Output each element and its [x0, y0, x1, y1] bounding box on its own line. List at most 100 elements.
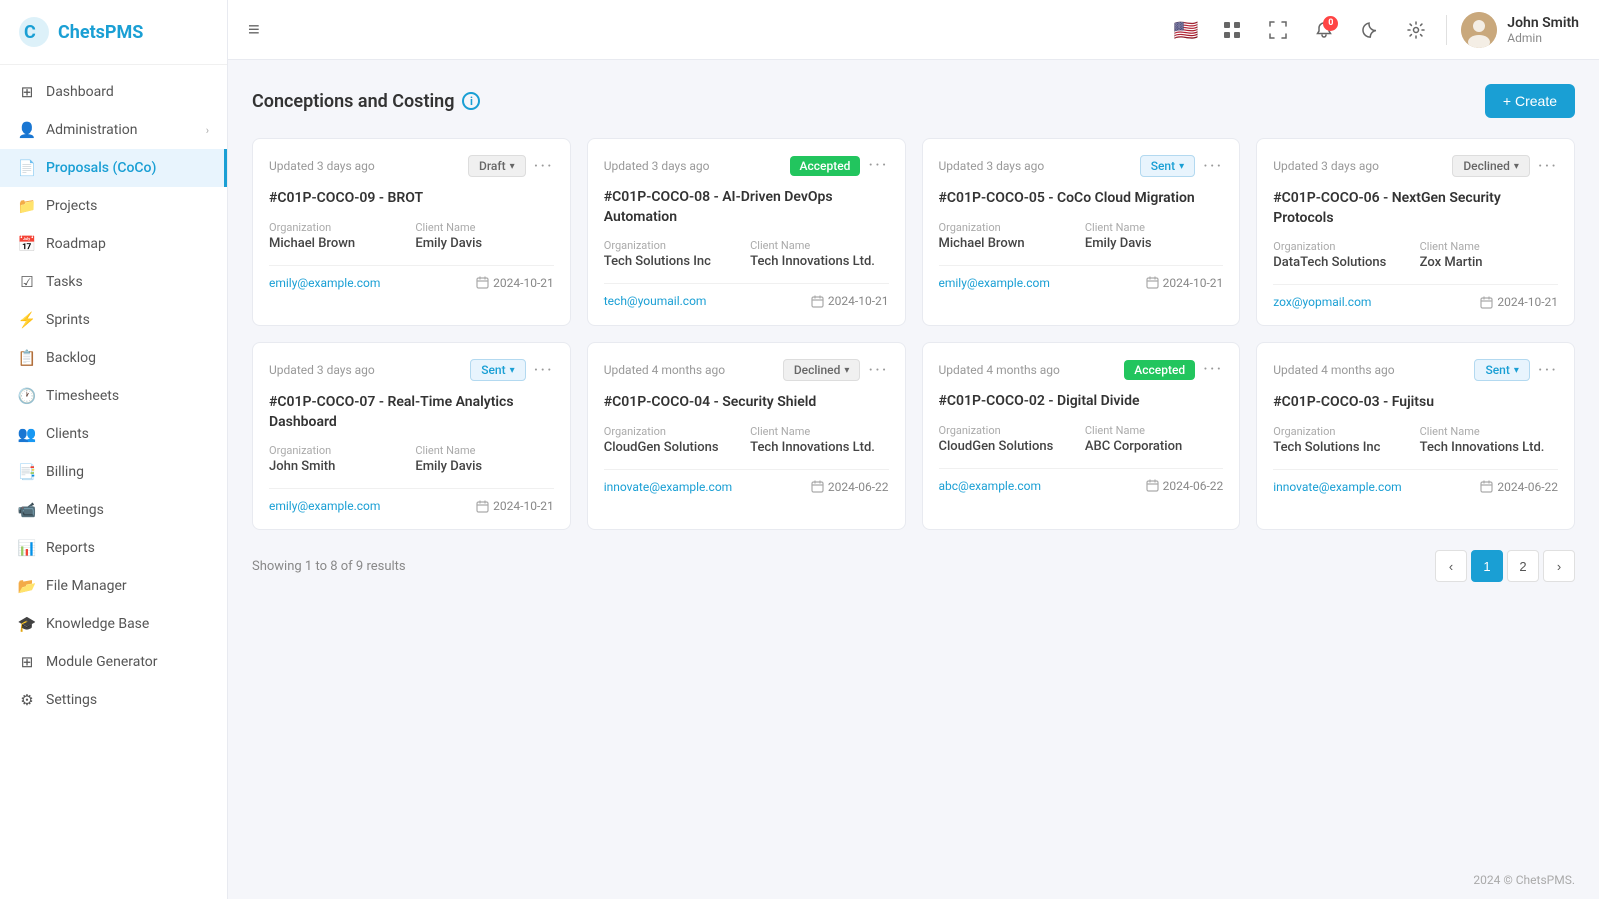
card-footer: emily@example.com 2024-10-21	[939, 265, 1224, 290]
dark-mode-icon[interactable]	[1354, 14, 1386, 46]
sidebar-item-timesheets[interactable]: 🕐 Timesheets	[0, 377, 227, 415]
card-menu-dots[interactable]: ···	[534, 360, 554, 381]
card-date: 2024-06-22	[1146, 479, 1224, 493]
settings-icon[interactable]	[1400, 14, 1432, 46]
org-value: CloudGen Solutions	[604, 440, 742, 455]
sidebar-item-file-manager[interactable]: 📂 File Manager	[0, 567, 227, 605]
info-icon[interactable]: i	[462, 92, 480, 110]
sidebar-item-label: Roadmap	[46, 236, 106, 252]
client-field: Client Name ABC Corporation	[1085, 424, 1223, 454]
roadmap-icon: 📅	[18, 235, 36, 253]
card-footer: innovate@example.com 2024-06-22	[604, 469, 889, 494]
card-email[interactable]: emily@example.com	[939, 276, 1050, 290]
caret-icon: ▾	[844, 365, 849, 376]
caret-icon: ▾	[1514, 161, 1519, 172]
card-menu-dots[interactable]: ···	[1538, 156, 1558, 177]
card-menu-dots[interactable]: ···	[534, 156, 554, 177]
sidebar-item-tasks[interactable]: ☑ Tasks	[0, 263, 227, 301]
card-menu-dots[interactable]: ···	[1203, 359, 1223, 380]
file-manager-icon: 📂	[18, 577, 36, 595]
sidebar-item-administration[interactable]: 👤 Administration ›	[0, 111, 227, 149]
card-email[interactable]: abc@example.com	[939, 479, 1042, 493]
notification-bell[interactable]: 0	[1308, 14, 1340, 46]
card-email[interactable]: innovate@example.com	[1273, 480, 1401, 494]
sidebar-item-dashboard[interactable]: ⊞ Dashboard	[0, 73, 227, 111]
card-menu-dots[interactable]: ···	[868, 155, 888, 176]
status-badge[interactable]: Sent ▾	[1140, 155, 1195, 177]
status-badge[interactable]: Draft ▾	[468, 155, 526, 177]
client-field: Client Name Tech Innovations Ltd.	[750, 239, 888, 269]
sidebar-item-sprints[interactable]: ⚡ Sprints	[0, 301, 227, 339]
sidebar-item-proposals[interactable]: 📄 Proposals (CoCo)	[0, 149, 227, 187]
card-email[interactable]: innovate@example.com	[604, 480, 732, 494]
avatar	[1461, 12, 1497, 48]
card-title: #C01P-COCO-06 - NextGen Security Protoco…	[1273, 189, 1558, 228]
proposal-card: Updated 3 days ago Sent ▾ ··· #C01P-COCO…	[252, 342, 571, 530]
sidebar-item-label: Timesheets	[46, 388, 119, 404]
client-value: Tech Innovations Ltd.	[750, 440, 888, 455]
caret-icon: ▾	[510, 161, 515, 172]
create-button[interactable]: + Create	[1485, 84, 1575, 118]
billing-icon: 📑	[18, 463, 36, 481]
card-header: Updated 3 days ago Sent ▾ ···	[269, 359, 554, 381]
sidebar-item-module-generator[interactable]: ⊞ Module Generator	[0, 643, 227, 681]
pagination: ‹ 1 2 ›	[1435, 550, 1575, 582]
org-value: Tech Solutions Inc	[1273, 440, 1411, 455]
client-field: Client Name Emily Davis	[415, 221, 553, 251]
card-updated: Updated 4 months ago	[939, 363, 1060, 377]
card-footer: emily@example.com 2024-10-21	[269, 488, 554, 513]
user-info[interactable]: John Smith Admin	[1461, 12, 1579, 48]
status-badge[interactable]: Sent ▾	[470, 359, 525, 381]
card-menu-dots[interactable]: ···	[1203, 156, 1223, 177]
status-badge[interactable]: Accepted	[1124, 360, 1195, 380]
org-value: Michael Brown	[269, 236, 407, 251]
card-fields: Organization CloudGen Solutions Client N…	[604, 425, 889, 455]
sidebar-item-roadmap[interactable]: 📅 Roadmap	[0, 225, 227, 263]
card-date: 2024-10-21	[811, 294, 889, 308]
sidebar-item-meetings[interactable]: 📹 Meetings	[0, 491, 227, 529]
sidebar: C ChetsPMS ⊞ Dashboard 👤 Administration …	[0, 0, 228, 899]
logo[interactable]: C ChetsPMS	[0, 0, 227, 65]
card-email[interactable]: emily@example.com	[269, 276, 380, 290]
sidebar-item-knowledge-base[interactable]: 🎓 Knowledge Base	[0, 605, 227, 643]
card-email[interactable]: tech@youmail.com	[604, 294, 707, 308]
status-badge[interactable]: Declined ▾	[1452, 155, 1530, 177]
fullscreen-icon[interactable]	[1262, 14, 1294, 46]
flag-icon[interactable]: 🇺🇸	[1170, 14, 1202, 46]
org-field: Organization CloudGen Solutions	[604, 425, 742, 455]
card-email[interactable]: zox@yopmail.com	[1273, 295, 1371, 309]
sidebar-item-billing[interactable]: 📑 Billing	[0, 453, 227, 491]
sidebar-item-backlog[interactable]: 📋 Backlog	[0, 339, 227, 377]
org-label: Organization	[1273, 425, 1411, 438]
main-content: ≡ 🇺🇸 0	[228, 0, 1599, 899]
status-badge[interactable]: Sent ▾	[1474, 359, 1529, 381]
client-value: Zox Martin	[1420, 255, 1558, 270]
grid-icon[interactable]	[1216, 14, 1248, 46]
sidebar-item-label: Proposals (CoCo)	[46, 160, 156, 176]
org-value: Tech Solutions Inc	[604, 254, 742, 269]
next-page-button[interactable]: ›	[1543, 550, 1575, 582]
card-fields: Organization Michael Brown Client Name E…	[939, 221, 1224, 251]
sidebar-item-reports[interactable]: 📊 Reports	[0, 529, 227, 567]
page-1-button[interactable]: 1	[1471, 550, 1503, 582]
sidebar-item-label: Knowledge Base	[46, 616, 149, 632]
sidebar-item-settings[interactable]: ⚙ Settings	[0, 681, 227, 719]
sidebar-item-projects[interactable]: 📁 Projects	[0, 187, 227, 225]
card-updated: Updated 3 days ago	[1273, 159, 1379, 173]
notification-badge: 0	[1323, 16, 1338, 31]
hamburger-icon[interactable]: ≡	[248, 17, 260, 42]
client-field: Client Name Tech Innovations Ltd.	[750, 425, 888, 455]
card-menu-dots[interactable]: ···	[1538, 360, 1558, 381]
client-value: Tech Innovations Ltd.	[1420, 440, 1558, 455]
status-badge[interactable]: Accepted	[790, 156, 861, 176]
header-actions: 🇺🇸 0	[1170, 12, 1579, 48]
org-label: Organization	[939, 221, 1077, 234]
card-updated: Updated 3 days ago	[269, 159, 375, 173]
prev-page-button[interactable]: ‹	[1435, 550, 1467, 582]
client-label: Client Name	[1085, 221, 1223, 234]
sidebar-item-clients[interactable]: 👥 Clients	[0, 415, 227, 453]
card-menu-dots[interactable]: ···	[868, 360, 888, 381]
status-badge[interactable]: Declined ▾	[783, 359, 861, 381]
page-2-button[interactable]: 2	[1507, 550, 1539, 582]
card-email[interactable]: emily@example.com	[269, 499, 380, 513]
